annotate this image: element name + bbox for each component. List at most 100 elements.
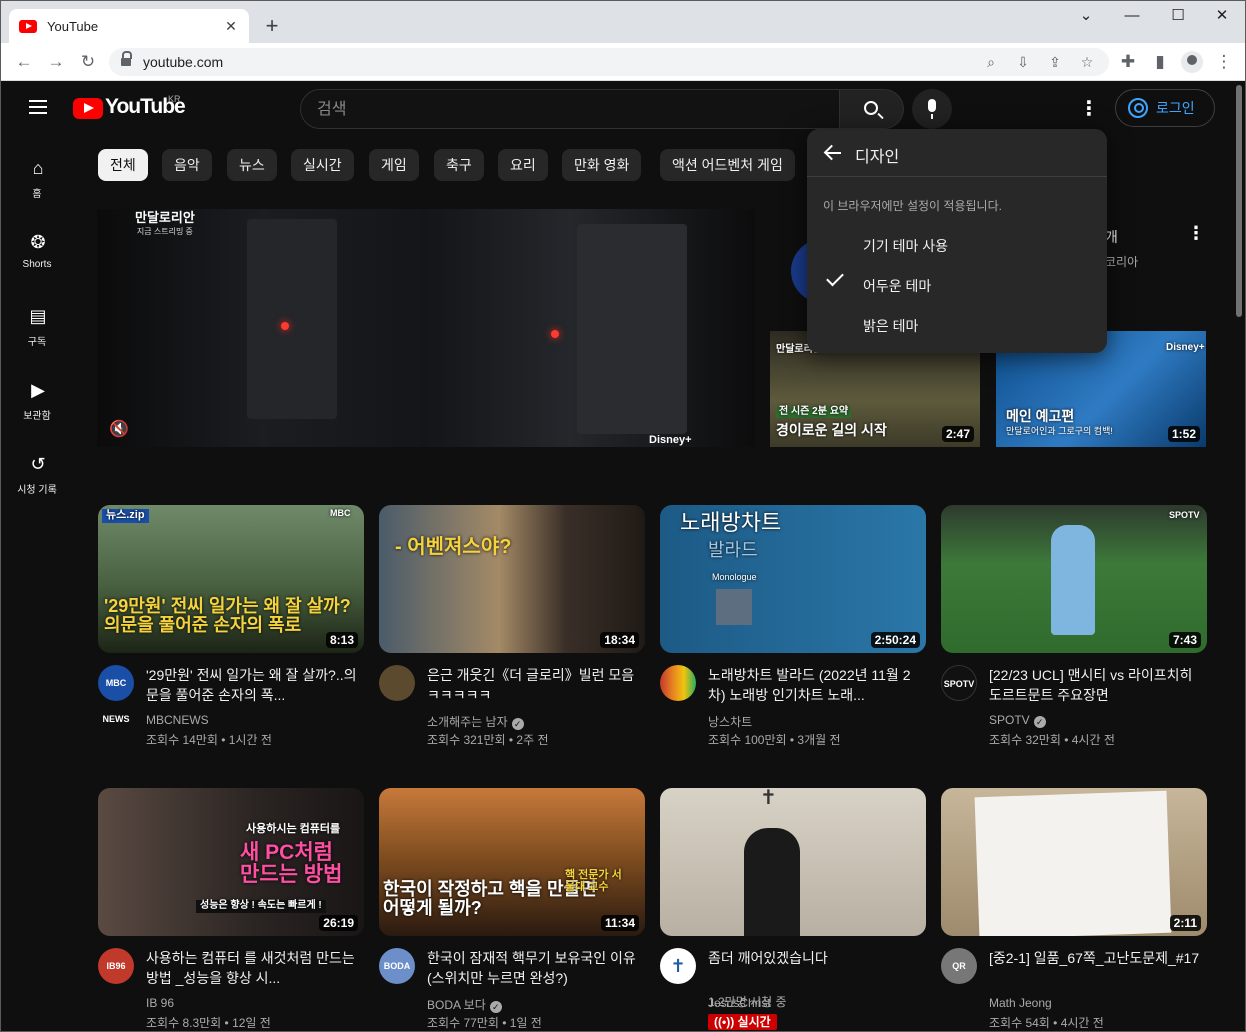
- login-button[interactable]: 로그인: [1115, 89, 1215, 127]
- video-card[interactable]: 한국이 작정하고 핵을 만들면 어떻게 될까? 핵 전문가 서울대 교수 11:…: [379, 788, 645, 1030]
- channel-name[interactable]: BODA 보다 ✓: [427, 996, 502, 1013]
- back-arrow-icon[interactable]: [823, 143, 843, 163]
- video-thumbnail[interactable]: 노래방차트 발라드 Monologue 2:50:24: [660, 505, 926, 653]
- video-title[interactable]: 좀더 깨어있겠습니다: [708, 948, 922, 968]
- close-window-button[interactable]: ✕: [1199, 1, 1245, 31]
- extensions-puzzle-icon[interactable]: ✚: [1115, 49, 1141, 75]
- settings-menu-icon[interactable]: ⋮: [1079, 97, 1099, 121]
- channel-avatar[interactable]: IB96: [98, 948, 134, 984]
- chip-action-adventure[interactable]: 액션 어드벤처 게임: [660, 149, 795, 181]
- search-button[interactable]: [840, 89, 904, 129]
- chip-soccer[interactable]: 축구: [434, 149, 484, 181]
- scrollbar-thumb[interactable]: [1236, 85, 1242, 317]
- zoom-search-icon[interactable]: ⌕: [981, 52, 1001, 72]
- chrome-menu-icon[interactable]: ⋮: [1211, 49, 1237, 75]
- channel-avatar[interactable]: QR: [941, 948, 977, 984]
- chip-cooking[interactable]: 요리: [498, 149, 548, 181]
- theme-option-device[interactable]: 기기 테마 사용: [807, 225, 1107, 265]
- bookmark-star-icon[interactable]: ☆: [1077, 52, 1097, 72]
- video-card[interactable]: 사용하시는 컴퓨터를 새 PC처럼 만드는 방법 성능은 향상 ! 속도는 빠르…: [98, 788, 364, 1030]
- browser-tab-youtube[interactable]: YouTube ✕: [9, 9, 249, 43]
- voice-search-button[interactable]: [912, 89, 952, 129]
- video-thumbnail[interactable]: 사용하시는 컴퓨터를 새 PC처럼 만드는 방법 성능은 향상 ! 속도는 빠르…: [98, 788, 364, 936]
- muted-speaker-icon[interactable]: 🔇: [109, 419, 129, 439]
- channel-avatar[interactable]: MBC NEWS: [98, 665, 134, 724]
- channel-name[interactable]: SPOTV ✓: [989, 713, 1046, 728]
- tab-search-icon[interactable]: ⌄: [1063, 1, 1109, 31]
- channel-avatar[interactable]: [660, 665, 696, 701]
- video-title[interactable]: 노래방차트 발라드 (2022년 11월 2차) 노래방 인기차트 노래...: [708, 665, 922, 705]
- featured-ad-video[interactable]: 만달로리안 지금 스트리밍 중 🔇 Disney+: [97, 209, 755, 447]
- cross-icon: ✝: [760, 788, 777, 809]
- sidebar-item-shorts[interactable]: ❂ Shorts: [1, 221, 73, 281]
- install-app-icon[interactable]: ⇩: [1013, 52, 1033, 72]
- verified-check-icon: ✓: [511, 718, 524, 730]
- live-badge-text: 실시간: [737, 1015, 771, 1029]
- search-input[interactable]: [317, 99, 817, 121]
- sidebar-item-subscriptions[interactable]: ▤ 구독: [1, 295, 73, 355]
- profile-avatar-icon[interactable]: [1181, 51, 1203, 73]
- video-thumbnail[interactable]: 뉴스.zip MBC '29만원' 전씨 일가는 왜 잘 살까? 의문을 풀어준…: [98, 505, 364, 653]
- chip-news[interactable]: 뉴스: [227, 149, 277, 181]
- video-title[interactable]: 은근 개웃긴《더 글로리》빌런 모음ㅋㅋㅋㅋㅋ: [427, 665, 641, 705]
- chip-all[interactable]: 전체: [98, 149, 148, 181]
- video-meta: 조회수 8.3만회 • 12일 전: [146, 1016, 271, 1030]
- search-box[interactable]: [300, 89, 840, 129]
- video-title[interactable]: [중2-1] 일품_67쪽_고난도문제_#17: [989, 948, 1203, 968]
- video-card[interactable]: 2:11 QR [중2-1] 일품_67쪽_고난도문제_#17 Math Jeo…: [941, 788, 1207, 1030]
- video-duration: 8:13: [325, 632, 358, 648]
- address-bar[interactable]: youtube.com ⌕ ⇩ ⇪ ☆: [109, 48, 1109, 76]
- chip-music[interactable]: 음악: [162, 149, 212, 181]
- channel-name[interactable]: 소개해주는 남자 ✓: [427, 713, 524, 730]
- video-title[interactable]: '29만원' 전씨 일가는 왜 잘 살까?..의문을 풀어준 손자의 폭...: [146, 665, 360, 705]
- channel-name[interactable]: Math Jeong: [989, 996, 1052, 1010]
- channel-name[interactable]: MBCNEWS: [146, 713, 209, 727]
- video-title[interactable]: 한국이 잠재적 핵무기 보유국인 이유 (스위치만 누르면 완성?): [427, 948, 641, 988]
- ad-more-options-icon[interactable]: ⋮: [1187, 223, 1205, 244]
- new-tab-button[interactable]: +: [259, 13, 285, 39]
- maximize-button[interactable]: ☐: [1155, 1, 1201, 31]
- reload-button[interactable]: ↻: [75, 49, 101, 75]
- video-card[interactable]: SPOTV 7:43 SPOTV [22/23 UCL] 맨시티 vs 라이프치…: [941, 505, 1207, 747]
- video-thumbnail[interactable]: ✝: [660, 788, 926, 936]
- video-card[interactable]: ✝ ✝ 좀더 깨어있겠습니다 JesusChrist 1.2만명 시청 중 ((…: [660, 788, 926, 1030]
- chip-live[interactable]: 실시간: [291, 149, 354, 181]
- chip-animation[interactable]: 만화 영화: [562, 149, 642, 181]
- video-meta: 조회수 77만회 • 1일 전: [427, 1016, 542, 1030]
- video-title[interactable]: 사용하는 컴퓨터 를 새것처럼 만드는 방법 _성능을 향상 시...: [146, 948, 360, 988]
- video-card[interactable]: 뉴스.zip MBC '29만원' 전씨 일가는 왜 잘 살까? 의문을 풀어준…: [98, 505, 364, 747]
- sidebar-label: 시청 기록: [17, 485, 57, 496]
- video-thumbnail[interactable]: SPOTV 7:43: [941, 505, 1207, 653]
- video-meta: 조회수 321만회 • 2주 전: [427, 733, 549, 747]
- channel-avatar[interactable]: SPOTV: [941, 665, 977, 701]
- video-title[interactable]: [22/23 UCL] 맨시티 vs 라이프치히 도르트문트 주요장면: [989, 665, 1203, 705]
- thumb-caption: - 어벤져스야?: [395, 536, 512, 558]
- share-icon[interactable]: ⇪: [1045, 52, 1065, 72]
- hamburger-menu-icon[interactable]: [29, 100, 47, 114]
- page-scrollbar[interactable]: [1233, 81, 1245, 1031]
- browser-toolbar: ← → ↻ youtube.com ⌕ ⇩ ⇪ ☆ ✚ ▮ ⋮: [1, 43, 1245, 81]
- forward-button[interactable]: →: [43, 49, 69, 75]
- video-thumbnail[interactable]: 한국이 작정하고 핵을 만들면 어떻게 될까? 핵 전문가 서울대 교수 11:…: [379, 788, 645, 936]
- live-badge-icon: ((•)): [714, 1015, 738, 1029]
- sidebar-item-library[interactable]: ▶ 보관함: [1, 369, 73, 429]
- channel-name[interactable]: 낭스차트: [708, 713, 752, 730]
- youtube-logo-icon[interactable]: [73, 98, 103, 119]
- channel-avatar[interactable]: [379, 665, 415, 701]
- close-tab-icon[interactable]: ✕: [223, 18, 239, 35]
- channel-name[interactable]: IB 96: [146, 996, 174, 1010]
- chip-games[interactable]: 게임: [369, 149, 419, 181]
- back-button[interactable]: ←: [11, 49, 37, 75]
- video-card[interactable]: - 어벤져스야? 18:34 은근 개웃긴《더 글로리》빌런 모음ㅋㅋㅋㅋㅋ 소…: [379, 505, 645, 747]
- side-panel-icon[interactable]: ▮: [1147, 49, 1173, 75]
- theme-option-dark[interactable]: 어두운 테마: [807, 265, 1107, 305]
- channel-avatar[interactable]: BODA: [379, 948, 415, 984]
- theme-option-light[interactable]: 밝은 테마: [807, 305, 1107, 345]
- sidebar-item-home[interactable]: ⌂ 홈: [1, 147, 73, 207]
- video-thumbnail[interactable]: 2:11: [941, 788, 1207, 936]
- sidebar-item-history[interactable]: ↺ 시청 기록: [1, 443, 73, 503]
- channel-avatar[interactable]: ✝: [660, 948, 696, 984]
- video-thumbnail[interactable]: - 어벤져스야? 18:34: [379, 505, 645, 653]
- video-card[interactable]: 노래방차트 발라드 Monologue 2:50:24 노래방차트 발라드 (2…: [660, 505, 926, 747]
- minimize-button[interactable]: —: [1109, 1, 1155, 31]
